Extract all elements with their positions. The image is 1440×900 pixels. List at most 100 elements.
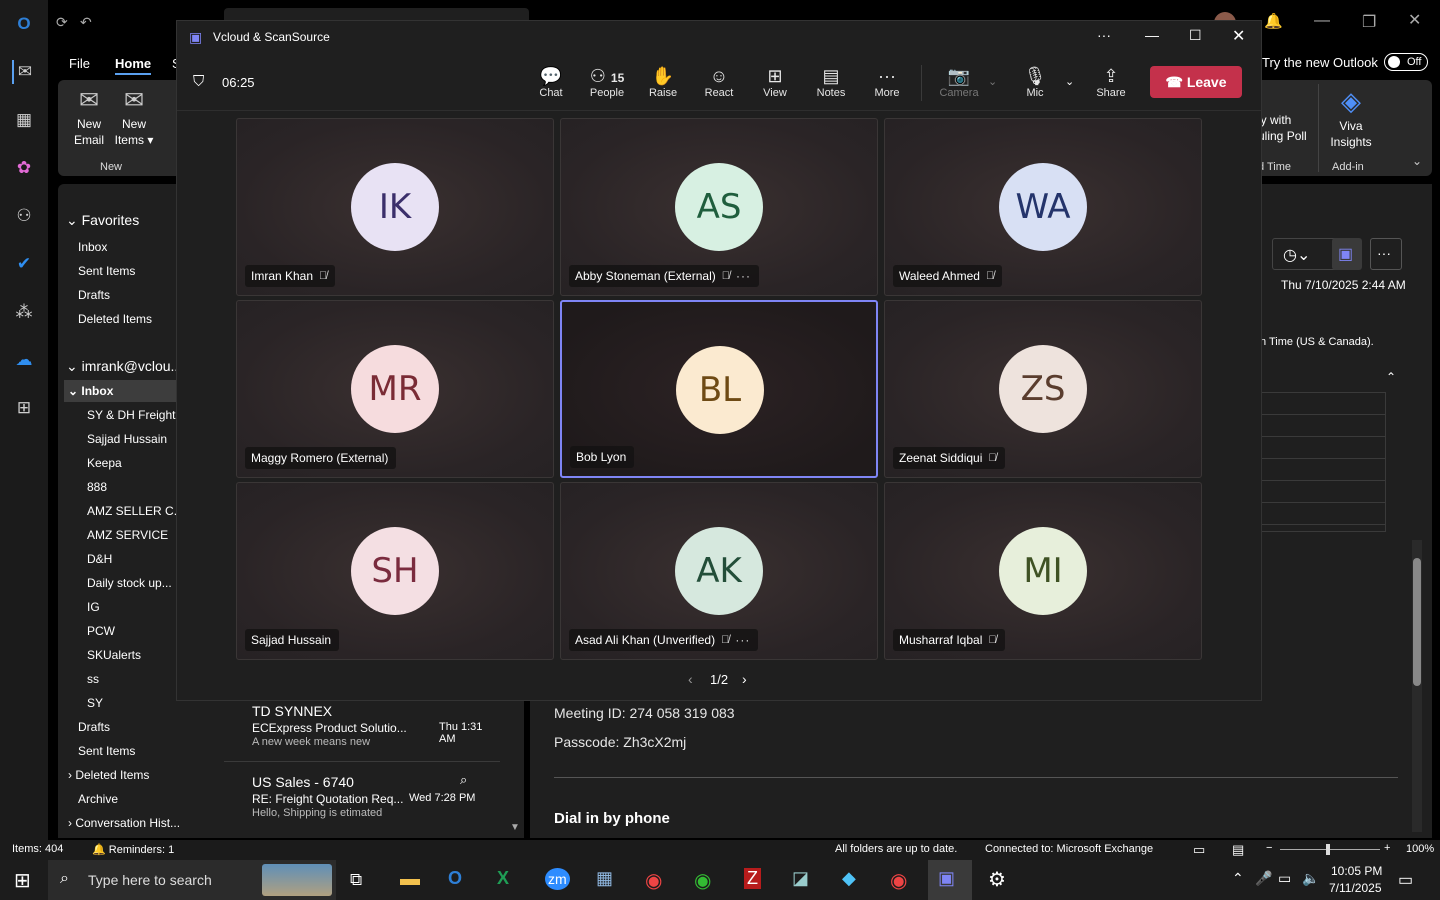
folder-sy-dh-freights[interactable]: SY & DH Freights	[87, 408, 181, 422]
folder-conversation-history[interactable]: › Conversation Hist...	[68, 816, 180, 830]
taskbar-search[interactable]: ⌕ Type here to search	[48, 860, 336, 900]
participant-tile[interactable]: BL Bob Lyon	[560, 300, 878, 478]
teams-taskbar-button[interactable]: ▣	[928, 860, 972, 900]
react-button[interactable]: ☺ React	[696, 65, 742, 99]
folder-amz-seller[interactable]: AMZ SELLER C...	[87, 504, 184, 518]
more-button[interactable]: ··· More	[864, 65, 910, 99]
participant-tile[interactable]: AS Abby Stoneman (External) 🎙̸ ···	[560, 118, 878, 296]
mic-button[interactable]: 🎙 Mic	[1012, 65, 1058, 99]
windows-start-icon[interactable]: ⊞	[14, 868, 31, 893]
network-icon[interactable]: ▭	[1278, 870, 1291, 887]
fav-sent-items[interactable]: Sent Items	[78, 264, 135, 278]
teams-join-button[interactable]: ▣	[1332, 238, 1362, 270]
scheduling-poll-button[interactable]: ly with uling Poll	[1258, 112, 1307, 144]
outlook-taskbar-icon[interactable]: O	[448, 868, 462, 889]
favorites-header[interactable]: ⌄ Favorites	[66, 212, 139, 229]
participant-tile[interactable]: IK Imran Khan 🎙̸	[236, 118, 554, 296]
folder-deleted-items[interactable]: › Deleted Items	[68, 768, 149, 782]
folder-sy[interactable]: SY	[87, 696, 103, 710]
fav-inbox[interactable]: Inbox	[78, 240, 107, 254]
folder-dh[interactable]: D&H	[87, 552, 112, 566]
calculator-icon[interactable]: ▦	[596, 868, 613, 889]
folder-ig[interactable]: IG	[87, 600, 100, 614]
folder-daily-stock[interactable]: Daily stock up...	[87, 576, 172, 590]
participant-more-icon[interactable]: ···	[736, 265, 751, 287]
clock-date[interactable]: 7/11/2025	[1329, 881, 1382, 895]
zoom-slider[interactable]	[1280, 849, 1380, 850]
apps-icon[interactable]: ⊞	[12, 396, 36, 420]
folder-sent-items[interactable]: Sent Items	[78, 744, 135, 758]
todo-icon[interactable]: ✔	[12, 252, 36, 276]
participant-tile[interactable]: AK Asad Ali Khan (Unverified) 🎙̸ ···	[560, 482, 878, 660]
settings-icon[interactable]: ⚙	[988, 867, 1006, 892]
fav-drafts[interactable]: Drafts	[78, 288, 110, 302]
task-view-icon[interactable]: ⧉	[350, 870, 362, 890]
teams-close-icon[interactable]: ✕	[1232, 26, 1245, 46]
notifications-icon[interactable]: ▭	[1398, 870, 1413, 890]
teams-maximize-icon[interactable]: ☐	[1189, 27, 1202, 44]
filezilla-icon[interactable]: Z	[744, 868, 761, 889]
folder-ss[interactable]: ss	[87, 672, 99, 686]
viva-insights-button[interactable]: ◈ Viva Insights	[1326, 84, 1376, 150]
people-icon[interactable]: ⚇	[12, 204, 36, 228]
list-item[interactable]: TD SYNNEX ECExpress Product Solutio... T…	[224, 700, 500, 760]
zoom-slider-thumb[interactable]	[1326, 844, 1330, 855]
collapse-icon[interactable]: ⌃	[1386, 370, 1396, 384]
list-item[interactable]: US Sales - 6740 ⌕ RE: Freight Quotation …	[224, 762, 500, 832]
minimize-icon[interactable]: —	[1314, 12, 1330, 30]
ribbon-collapse-icon[interactable]: ⌄	[1412, 154, 1422, 168]
file-explorer-icon[interactable]: ▬	[400, 868, 420, 891]
groups-icon[interactable]: ⁂	[12, 300, 36, 324]
microphone-tray-icon[interactable]: 🎤	[1255, 870, 1272, 887]
sync-icon[interactable]: ⟳	[56, 14, 68, 31]
participant-tile[interactable]: ZS Zeenat Siddiqui 🎙̸	[884, 300, 1202, 478]
fav-deleted-items[interactable]: Deleted Items	[78, 312, 152, 326]
normal-view-icon[interactable]: ▭	[1193, 842, 1205, 858]
next-page-icon[interactable]: ›	[742, 671, 747, 687]
reading-view-icon[interactable]: ▤	[1232, 842, 1244, 858]
share-button[interactable]: ⇪ Share	[1088, 65, 1134, 99]
zoom-out-icon[interactable]: −	[1266, 842, 1272, 854]
clock-time[interactable]: 10:05 PM	[1331, 864, 1382, 878]
scrollbar-thumb[interactable]	[1413, 558, 1421, 686]
chrome-profile-icon[interactable]: ◉	[694, 868, 711, 893]
excel-icon[interactable]: X	[497, 868, 509, 889]
folder-amz-service[interactable]: AMZ SERVICE	[87, 528, 168, 542]
chat-button[interactable]: 💬 Chat	[528, 65, 574, 99]
participant-tile[interactable]: MR Maggy Romero (External)	[236, 300, 554, 478]
leave-button[interactable]: ☎ Leave	[1150, 66, 1242, 98]
new-outlook-toggle[interactable]: Off	[1384, 53, 1428, 71]
camera-button[interactable]: 📷 Camera	[936, 65, 982, 99]
volume-icon[interactable]: 🔈	[1302, 870, 1319, 887]
scrollbar[interactable]	[1412, 540, 1422, 832]
participant-tile[interactable]: MI Musharraf Iqbal 🎙̸	[884, 482, 1202, 660]
more-actions-button[interactable]: ···	[1370, 238, 1402, 270]
teams-minimize-icon[interactable]: —	[1145, 27, 1159, 43]
bell-icon[interactable]: 🔔	[1264, 12, 1283, 30]
undo-icon[interactable]: ↶	[80, 14, 92, 31]
view-button[interactable]: ⊞ View	[752, 65, 798, 99]
zoom-in-icon[interactable]: +	[1384, 842, 1390, 854]
notepad-icon[interactable]: ◪	[792, 868, 809, 889]
window-more-icon[interactable]: ···	[1097, 27, 1111, 43]
prev-page-icon[interactable]: ‹	[688, 671, 693, 687]
new-email-button[interactable]: ✉ New Email	[70, 86, 108, 148]
tab-home[interactable]: Home	[115, 56, 152, 75]
participant-tile[interactable]: SH Sajjad Hussain	[236, 482, 554, 660]
folder-archive[interactable]: Archive	[78, 792, 118, 806]
folder-pcw[interactable]: PCW	[87, 624, 115, 638]
folder-sajjad-hussain[interactable]: Sajjad Hussain	[87, 432, 167, 446]
mail-icon[interactable]: ✉	[12, 60, 36, 84]
participant-tile[interactable]: WA Waleed Ahmed 🎙̸	[884, 118, 1202, 296]
participant-more-icon[interactable]: ···	[735, 629, 750, 651]
tab-file[interactable]: File	[69, 56, 90, 71]
chrome-icon[interactable]: ◉	[645, 868, 662, 893]
copilot-icon[interactable]: ✿	[12, 156, 36, 180]
onedrive-icon[interactable]: ☁	[12, 348, 36, 372]
camera-options-chevron[interactable]: ⌄	[988, 75, 997, 88]
chrome-profile-2-icon[interactable]: ◉	[890, 868, 907, 893]
notes-button[interactable]: ▤ Notes	[808, 65, 854, 99]
show-hidden-icons[interactable]: ⌃	[1232, 870, 1244, 887]
new-items-button[interactable]: ✉ New Items ▾	[114, 86, 154, 148]
app-icon[interactable]: ◆	[842, 868, 856, 889]
